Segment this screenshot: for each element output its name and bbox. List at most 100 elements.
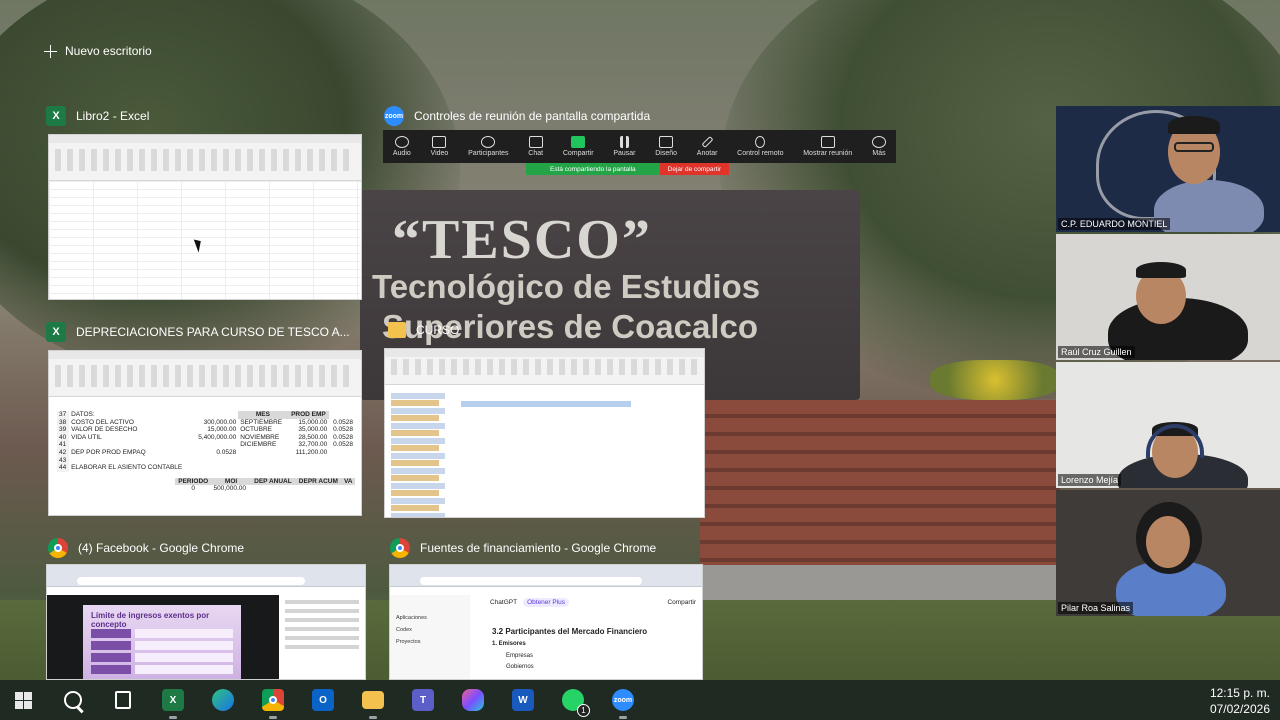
cell-rate (329, 411, 355, 419)
col-dep-anual: DEP ANUAL (250, 477, 296, 486)
facebook-post: Límite de ingresos exentos por concepto (47, 595, 365, 679)
taskbar: X O T W 1 zoom (0, 680, 1280, 720)
more-icon (872, 136, 886, 148)
window-thumbnail-curso[interactable] (384, 348, 705, 518)
row-number: 41 (57, 441, 70, 449)
window-title-zoom-controls[interactable]: zoom Controles de reunión de pantalla co… (384, 106, 650, 126)
zoom-layout-button[interactable]: Diseño (655, 136, 677, 157)
sidebar-item-projects: Proyectos (396, 639, 421, 645)
chrome-icon (390, 538, 410, 558)
window-title-facebook[interactable]: (4) Facebook - Google Chrome (48, 538, 244, 558)
window-title-depreciaciones[interactable]: X DEPRECIACIONES PARA CURSO DE TESCO A..… (46, 322, 350, 342)
window-title-curso[interactable]: CURSO (388, 322, 459, 338)
cell-production: 111,200.00 (295, 448, 328, 456)
cell-value: 300,000.00 (203, 418, 237, 426)
chatgpt-main: ChatGPT Obtener Plus Compartir 3.2 Partic… (476, 595, 702, 679)
participant-tile-1[interactable]: C.P. EDUARDO MONTIEL (1056, 106, 1280, 232)
taskbar-zoom[interactable]: zoom (608, 685, 638, 719)
cell-label: VALOR DE DESECHO (71, 426, 138, 434)
search-button[interactable] (58, 685, 88, 715)
taskbar-teams[interactable]: T (408, 685, 438, 715)
zoom-annotate-button[interactable]: Anotar (697, 135, 717, 157)
cell-label: COSTO DEL ACTIVO (71, 418, 134, 426)
window-thumbnail-libro2[interactable] (48, 134, 362, 300)
address-bar (420, 577, 642, 585)
stairs (700, 400, 1060, 570)
participants-icon (481, 136, 496, 148)
share-icon (571, 136, 586, 148)
window-thumbnail-chatgpt[interactable]: Aplicaciones Codex Proyectos ChatGPT Obte… (389, 564, 703, 680)
new-desktop-button[interactable]: Nuevo escritorio (44, 44, 152, 58)
glasses (1174, 142, 1214, 152)
row-number: 42 (57, 448, 70, 457)
edge-icon (212, 689, 234, 711)
sheet-grid (49, 181, 361, 299)
pause-icon (619, 136, 629, 148)
stop-sharing-button[interactable]: Dejar de compartir (659, 163, 730, 175)
cell-value: 0.0528 (216, 448, 237, 456)
row-number: 38 (57, 418, 70, 427)
window-title-text: (4) Facebook - Google Chrome (78, 541, 245, 555)
cell-rate (329, 464, 355, 472)
cell-month: OCTUBRE (240, 426, 272, 434)
window-thumbnail-facebook[interactable]: Límite de ingresos exentos por concepto (46, 564, 366, 680)
chrome-icon (48, 538, 68, 558)
taskbar-file-explorer[interactable] (358, 685, 388, 719)
task-view-icon (115, 691, 131, 709)
task-view-button[interactable] (108, 685, 138, 715)
taskbar-edge[interactable] (208, 685, 238, 715)
cell-rate (329, 457, 355, 465)
excel-icon: X (46, 322, 66, 342)
response-item-2: Empresas (506, 653, 534, 659)
taskbar-whatsapp[interactable]: 1 (558, 685, 590, 717)
plus-icon (44, 44, 57, 58)
zoom-video-button[interactable]: Video (431, 136, 448, 157)
participant-tile-4[interactable]: Pilar Roa Salinas (1056, 490, 1280, 616)
cell-periodo: 0 (191, 485, 196, 493)
clock-date: 07/02/2026 (1209, 702, 1270, 716)
zoom-more-button[interactable]: Más (872, 136, 886, 157)
clock-time: 12:15 p. m. (1209, 686, 1270, 700)
cell-month (238, 449, 287, 457)
zoom-audio-button[interactable]: Audio (393, 136, 411, 157)
row-number: 40 (57, 433, 70, 442)
taskbar-chrome[interactable] (258, 685, 288, 719)
row-number: 43 (57, 456, 70, 465)
window-title-chatgpt[interactable]: Fuentes de financiamiento - Google Chrom… (390, 538, 656, 558)
col-depr-acum: DEPR ACUM (295, 477, 342, 486)
taskbar-copilot[interactable] (458, 685, 488, 715)
cell-label: DEP POR PROD EMPAQ (71, 448, 146, 456)
zoom-icon: zoom (384, 106, 404, 126)
window-title-text: CURSO (416, 323, 460, 337)
zoom-show-meeting-button[interactable]: Mostrar reunión (803, 136, 852, 157)
cell-label (69, 457, 193, 465)
participant-name: Raúl Cruz Guillen (1058, 346, 1135, 358)
cell-label: VIDA UTIL (71, 433, 102, 441)
zoom-participants-button[interactable]: Participantes (468, 136, 509, 157)
participant-name: Pilar Roa Salinas (1058, 602, 1134, 614)
participant-tile-3[interactable]: Lorenzo Mejía (1056, 362, 1280, 488)
taskbar-outlook[interactable]: O (308, 685, 338, 715)
taskbar-excel[interactable]: X (158, 685, 188, 719)
zoom-remote-control-button[interactable]: Control remoto (737, 136, 783, 157)
cell-value: 5,400,000.00 (198, 433, 237, 441)
chat-icon (528, 136, 543, 148)
col-va: VA (341, 477, 355, 486)
sharing-message: Está compartiendo la pantalla (526, 163, 660, 175)
start-button[interactable] (8, 685, 38, 715)
zoom-chat-button[interactable]: Chat (528, 136, 543, 157)
taskbar-word[interactable]: W (508, 685, 538, 715)
window-title-libro2[interactable]: X Libro2 - Excel (46, 106, 149, 126)
cell-label: DATOS: (71, 411, 95, 418)
windows-logo-icon (14, 691, 32, 709)
folder-icon (388, 322, 406, 338)
participant-tile-2[interactable]: Raúl Cruz Guillen (1056, 234, 1280, 360)
system-clock[interactable]: 12:15 p. m. 07/02/2026 (1210, 685, 1270, 717)
window-thumbnail-depreciaciones[interactable]: 37 DATOS: MES PROD EMP 38 COSTO DEL ACTIVO 300… (48, 350, 362, 516)
cell-month (238, 457, 287, 465)
excel-icon: X (46, 106, 66, 126)
participant-name: Lorenzo Mejía (1058, 474, 1122, 486)
zoom-share-button[interactable]: Compartir (563, 136, 594, 157)
zoom-pause-button[interactable]: Pausar (613, 136, 636, 157)
response-item-3: Gobiernos (506, 664, 534, 670)
